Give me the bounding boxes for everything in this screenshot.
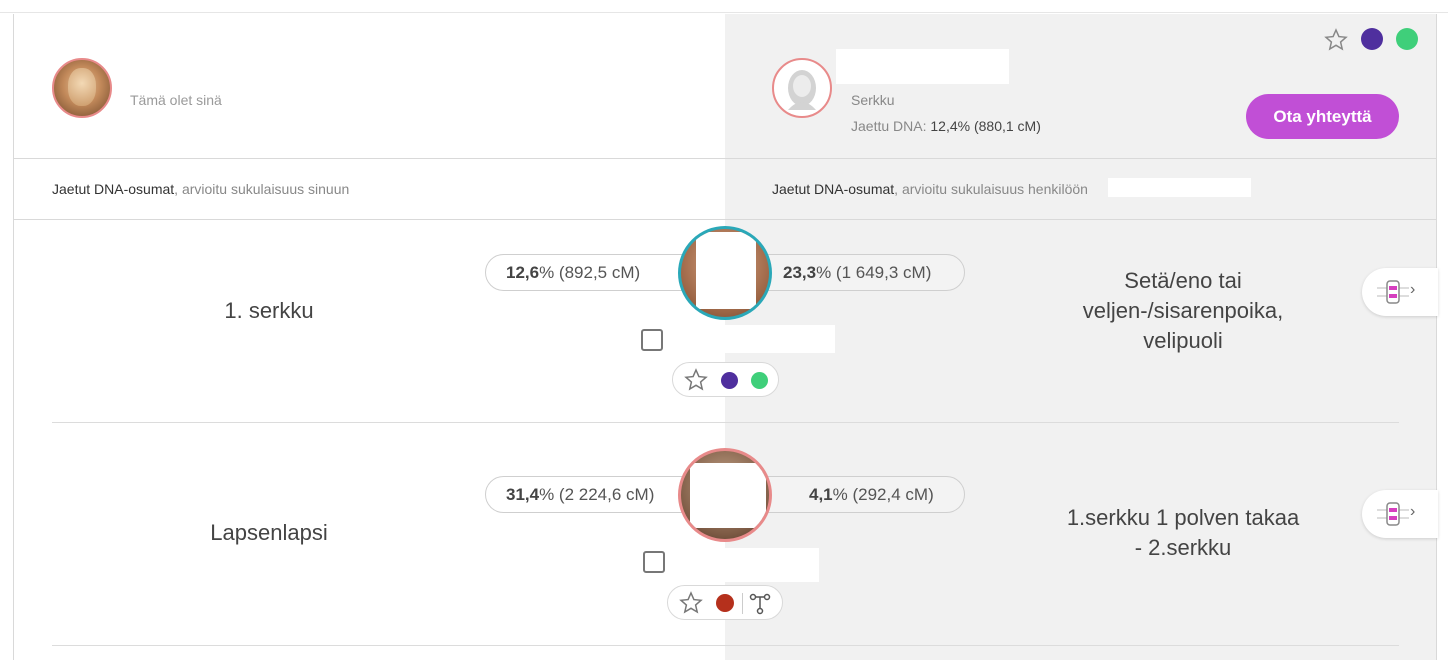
chromosome-icon — [1377, 502, 1409, 526]
row2-right-rel-line1: 1.serkku 1 polven takaa — [1066, 505, 1300, 530]
row1-right-rel-line3: velipuoli — [1143, 328, 1223, 353]
subheader-name-redacted — [1108, 178, 1251, 197]
match-avatar[interactable] — [772, 58, 832, 118]
tag-pill-divider — [742, 593, 743, 614]
row1-chromosome-tab[interactable]: › — [1362, 268, 1438, 316]
chevron-right-icon: › — [1410, 281, 1416, 298]
row2-left-relationship: Lapsenlapsi — [210, 520, 328, 545]
left-subheader-muted: , arvioitu sukulaisuus sinuun — [174, 181, 350, 197]
row1-name-redacted — [670, 325, 835, 353]
row1-match-avatar[interactable] — [678, 226, 772, 320]
row1-right-rel-line1: Setä/eno tai — [1124, 268, 1242, 293]
row2-avatar-redacted — [690, 463, 766, 528]
row2-right-relationship: 1.serkku 1 polven takaa - 2.serkku — [1033, 503, 1333, 563]
row2-left-percent: 31,4 — [506, 485, 540, 504]
row2-match-avatar[interactable] — [678, 448, 772, 542]
tag-dot-purple[interactable] — [1361, 28, 1383, 50]
row1-tag-dot-purple[interactable] — [721, 372, 738, 389]
row1-left-cm: % (892,5 cM) — [539, 263, 641, 282]
row1-left-percent: 12,6 — [506, 263, 540, 282]
row2-select-checkbox[interactable] — [643, 551, 665, 573]
row-divider — [52, 422, 1399, 423]
left-subheader: Jaetut DNA-osumat, arvioitu sukulaisuus … — [52, 181, 349, 197]
shared-dna-value: 12,4% (880,1 cM) — [930, 118, 1041, 134]
family-tree-icon[interactable] — [748, 592, 772, 616]
row2-tag-dot-red[interactable] — [716, 594, 734, 612]
row1-avatar-redacted — [696, 232, 756, 309]
row1-right-percent: 23,3 — [783, 263, 817, 282]
row1-right-dna-pill: 23,3% (1 649,3 cM) — [745, 254, 965, 291]
row2-name-redacted — [725, 548, 819, 582]
subheader-divider — [14, 219, 1436, 220]
row2-right-cm: % (292,4 cM) — [832, 485, 934, 504]
right-subheader: Jaetut DNA-osumat, arvioitu sukulaisuus … — [772, 181, 1088, 197]
match-name-redacted — [836, 49, 1009, 84]
card-border-left — [13, 14, 14, 660]
card-border-right — [1436, 14, 1437, 660]
star-icon[interactable] — [1324, 28, 1348, 52]
row2-right-percent: 4,1 — [809, 485, 833, 504]
top-strip — [0, 0, 1448, 13]
row2-tag-pill[interactable] — [667, 585, 783, 620]
chromosome-icon — [1377, 280, 1409, 304]
row1-select-checkbox[interactable] — [641, 329, 663, 351]
left-subheader-bold: Jaetut DNA-osumat — [52, 181, 175, 197]
right-subheader-muted: , arvioitu sukulaisuus henkilöön — [894, 181, 1088, 197]
my-avatar[interactable] — [52, 58, 112, 118]
row1-right-rel-line2: veljen-/sisarenpoika, — [1082, 298, 1284, 323]
match-shared-dna: Jaettu DNA: 12,4% (880,1 cM) — [851, 118, 1041, 134]
tag-dot-green[interactable] — [1396, 28, 1418, 50]
row2-right-rel-line2: - 2.serkku — [1134, 535, 1232, 560]
row2-right-dna-pill: 4,1% (292,4 cM) — [745, 476, 965, 513]
right-subheader-bold: Jaetut DNA-osumat — [772, 181, 895, 197]
row1-tag-dot-green[interactable] — [751, 372, 768, 389]
row-divider — [52, 645, 1399, 646]
row2-left-dna-pill: 31,4% (2 224,6 cM) — [485, 476, 705, 513]
star-icon[interactable] — [679, 591, 703, 615]
row1-right-cm: % (1 649,3 cM) — [816, 263, 932, 282]
match-relationship: Serkku — [851, 92, 895, 108]
dna-match-review-page: Tämä olet sinä Serkku Jaettu DNA: 12,4% … — [0, 0, 1448, 660]
row1-tag-pill[interactable] — [672, 362, 779, 397]
row1-left-relationship: 1. serkku — [224, 298, 314, 323]
row1-left-dna-pill: 12,6% (892,5 cM) — [485, 254, 705, 291]
female-silhouette-icon — [788, 70, 816, 110]
star-icon[interactable] — [684, 368, 708, 392]
contact-button[interactable]: Ota yhteyttä — [1246, 94, 1399, 139]
row1-right-relationship: Setä/eno tai veljen-/sisarenpoika, velip… — [1033, 266, 1333, 356]
header-divider — [14, 158, 1436, 159]
chevron-right-icon: › — [1410, 503, 1416, 520]
row2-chromosome-tab[interactable]: › — [1362, 490, 1438, 538]
shared-dna-label: Jaettu DNA: — [851, 118, 927, 134]
row2-left-cm: % (2 224,6 cM) — [539, 485, 655, 504]
me-subtitle: Tämä olet sinä — [130, 92, 222, 108]
